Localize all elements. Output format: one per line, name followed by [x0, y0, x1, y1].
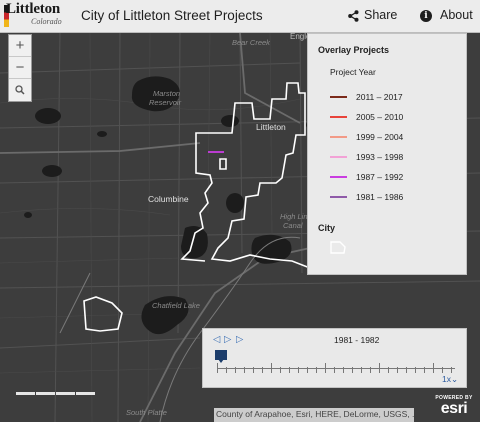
- attribution: County of Arapahoe, Esri, HERE, DeLorme,…: [214, 408, 414, 422]
- legend-item-label: 1993 – 1998: [356, 152, 404, 162]
- time-range-label: 1981 - 1982: [334, 335, 380, 345]
- legend-item: 2011 – 2017: [330, 87, 466, 107]
- legend-item-label: 2005 – 2010: [356, 112, 404, 122]
- esri-logo: esri: [440, 400, 468, 417]
- label-south-platte: South Platte: [126, 408, 167, 417]
- about-label: About: [440, 8, 473, 22]
- legend-item-label: 1999 – 2004: [356, 132, 404, 142]
- search-icon: [15, 85, 25, 95]
- speed-dropdown[interactable]: 1x⌄: [442, 374, 458, 385]
- slider-thumb[interactable]: [215, 350, 227, 363]
- city-boundary-symbol: [330, 241, 466, 259]
- label-canal: Canal: [283, 221, 303, 230]
- logo-sub: Colorado: [31, 17, 62, 26]
- label-reservoir: Reservoir: [149, 98, 182, 107]
- zoom-out-button[interactable]: −: [9, 57, 31, 79]
- legend-swatch: [330, 136, 347, 138]
- legend-item: 1987 – 1992: [330, 167, 466, 187]
- city-boundary: [83, 82, 311, 332]
- legend-swatch: [330, 196, 347, 198]
- legend-item: 1999 – 2004: [330, 127, 466, 147]
- label-bear-creek: Bear Creek: [232, 38, 270, 47]
- legend-title: Overlay Projects: [318, 45, 390, 55]
- legend-swatch: [330, 96, 347, 98]
- legend-item: 1981 – 1986: [330, 187, 466, 207]
- legend-swatch: [330, 156, 347, 158]
- logo-word: Littleton: [6, 1, 61, 17]
- zoom-controls: + −: [8, 34, 32, 102]
- legend-swatch: [330, 116, 347, 118]
- label-marston: Marston: [153, 89, 181, 98]
- legend-subtitle: Project Year: [330, 67, 376, 77]
- share-icon: [348, 9, 359, 22]
- time-slider: ◁ ▷ ▷ 1981 - 1982 1x⌄: [202, 328, 467, 388]
- zoom-in-button[interactable]: +: [9, 35, 31, 57]
- share-button[interactable]: Share: [348, 8, 397, 22]
- share-label: Share: [364, 8, 398, 22]
- label-littleton: Littleton: [256, 122, 286, 132]
- info-icon: i: [420, 9, 432, 22]
- slider-track[interactable]: [215, 350, 455, 373]
- legend-item-label: 1981 – 1986: [356, 192, 404, 202]
- app-title: City of Littleton Street Projects: [81, 8, 263, 23]
- esri-badge[interactable]: POWERED BY esri: [432, 395, 476, 420]
- previous-button[interactable]: ◁: [213, 334, 220, 345]
- legend-item: 1993 – 1998: [330, 147, 466, 167]
- about-button[interactable]: i About: [420, 8, 473, 22]
- search-button[interactable]: [9, 79, 31, 101]
- label-columbine: Columbine: [148, 194, 189, 204]
- littleton-logo: Littleton Colorado: [4, 1, 74, 31]
- scale-bar: [16, 392, 96, 396]
- legend-panel: Overlay Projects Project Year 2011 – 201…: [307, 33, 467, 275]
- speed-label: 1x: [442, 374, 451, 384]
- play-button[interactable]: ▷: [224, 334, 231, 345]
- legend-city-title: City: [318, 223, 336, 233]
- next-button[interactable]: ▷: [236, 334, 243, 345]
- legend-rows: 2011 – 2017 2005 – 2010 1999 – 2004 1993…: [330, 87, 466, 207]
- legend-item-label: 2011 – 2017: [356, 92, 403, 102]
- legend-item: 2005 – 2010: [330, 107, 466, 127]
- legend-item-label: 1987 – 1992: [356, 172, 404, 182]
- label-chatfield-lake: Chatfield Lake: [152, 301, 200, 310]
- app-header: Littleton Colorado City of Littleton Str…: [0, 0, 480, 33]
- legend-swatch: [330, 176, 347, 178]
